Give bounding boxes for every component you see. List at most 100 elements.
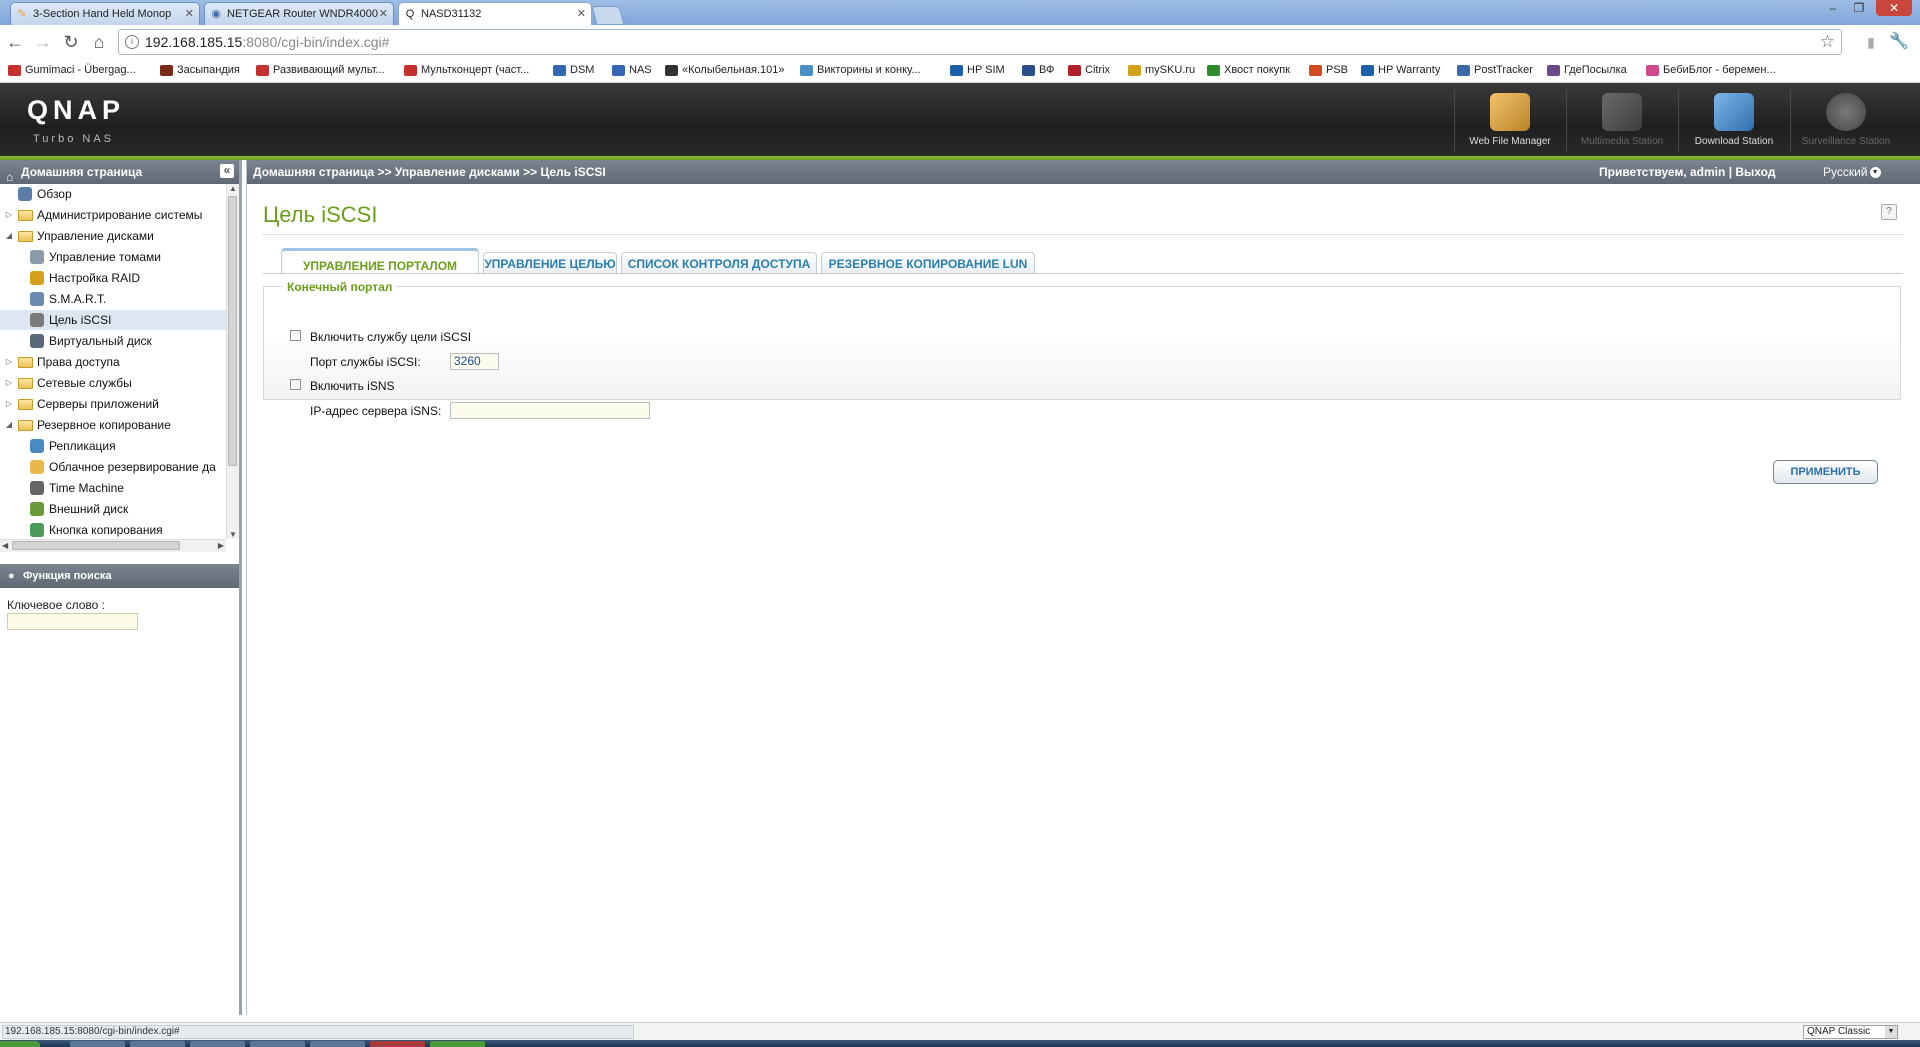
browser-tab-2[interactable]: ◉ NETGEAR Router WNDR4000 ✕ [204, 2, 394, 25]
tree-item[interactable]: ▷ Серверы приложений [0, 394, 226, 414]
scroll-up-icon[interactable]: ▲ [229, 184, 237, 193]
browser-tab-1[interactable]: ✎ 3-Section Hand Held Monop ✕ [10, 2, 200, 25]
tree-item[interactable]: Внешний диск [0, 499, 226, 519]
tab-access-control-list[interactable]: СПИСОК КОНТРОЛЯ ДОСТУПА [621, 252, 817, 274]
reload-icon[interactable]: ↻ [60, 31, 82, 53]
web-file-manager-button[interactable]: Web File Manager [1454, 89, 1565, 151]
bookmark-item[interactable]: «Колыбельная.101» [665, 64, 784, 76]
bookmark-item[interactable]: Citrix [1068, 64, 1110, 76]
bookmark-item[interactable]: Викторины и конку... [800, 64, 921, 76]
tree-item[interactable]: ▷ Права доступа [0, 352, 226, 372]
bookmark-item[interactable]: HP SIM [950, 64, 1005, 76]
browser-tab-3[interactable]: Q NASD31132 ✕ [398, 2, 592, 26]
collapse-arrow-icon[interactable]: ◢ [4, 415, 14, 435]
close-icon[interactable]: ✕ [379, 7, 388, 20]
scroll-thumb[interactable] [228, 196, 237, 466]
scroll-thumb[interactable] [12, 541, 180, 550]
taskbar-item[interactable] [70, 1041, 125, 1047]
apply-button[interactable]: ПРИМЕНИТЬ [1773, 460, 1878, 484]
bookmark-item[interactable]: Gumimaci - Übergag... [8, 64, 136, 76]
bookmark-item[interactable]: DSM [553, 64, 594, 76]
expand-arrow-icon[interactable]: ▷ [4, 205, 14, 225]
isns-ip-input[interactable] [450, 402, 650, 419]
taskbar-item[interactable] [130, 1041, 185, 1047]
page-info-icon[interactable]: i [125, 35, 139, 49]
bookmark-item[interactable]: HP Warranty [1361, 64, 1440, 76]
tree-item[interactable]: ▷ Администрирование системы [0, 205, 226, 225]
expand-arrow-icon[interactable]: ▷ [4, 394, 14, 414]
multimedia-station-button[interactable]: Multimedia Station [1566, 89, 1677, 151]
home-icon[interactable]: ⌂ [88, 31, 110, 53]
forward-arrow-icon[interactable]: → [32, 31, 54, 53]
bookmark-item[interactable]: PSB [1309, 64, 1348, 76]
tree-item[interactable]: Кнопка копирования [0, 520, 226, 539]
language-selector[interactable]: Русский ▼ [1823, 160, 1881, 184]
collapse-icon[interactable]: « [220, 164, 234, 178]
tree-item[interactable]: ▷ Сетевые службы [0, 373, 226, 393]
tree-item-label: Обзор [37, 187, 72, 201]
username[interactable]: admin [1690, 165, 1725, 179]
tree-item[interactable]: ◢ Резервное копирование [0, 415, 226, 435]
download-station-button[interactable]: Download Station [1678, 89, 1789, 151]
tab-portal-management[interactable]: УПРАВЛЕНИЕ ПОРТАЛОМ [281, 248, 479, 274]
bookmark-item[interactable]: ВФ [1022, 64, 1054, 76]
tab-lun-backup[interactable]: РЕЗЕРВНОЕ КОПИРОВАНИЕ LUN [821, 252, 1035, 274]
tree-item[interactable]: Виртуальный диск [0, 331, 226, 351]
window-close-icon[interactable]: ✕ [1876, 0, 1912, 16]
tree-item[interactable]: Time Machine [0, 478, 226, 498]
minimize-icon[interactable]: – [1822, 0, 1844, 16]
taskbar-item[interactable] [430, 1041, 485, 1047]
port-input[interactable]: 3260 [450, 353, 499, 370]
tree-horizontal-scrollbar[interactable]: ◀ ▶ [0, 539, 226, 552]
tree-item-label: Виртуальный диск [49, 334, 152, 348]
surveillance-station-button[interactable]: Surveillance Station [1790, 89, 1901, 151]
logout-link[interactable]: Выход [1735, 165, 1775, 179]
tree-item[interactable]: ◢ Управление дисками [0, 226, 226, 246]
bookmark-item[interactable]: ГдеПосылка [1547, 64, 1627, 76]
tree-item[interactable]: Настройка RAID [0, 268, 226, 288]
tree-item[interactable]: Репликация [0, 436, 226, 456]
bookmark-item[interactable]: PostTracker [1457, 64, 1533, 76]
bookmark-item[interactable]: Засыпандия [160, 64, 240, 76]
scroll-right-icon[interactable]: ▶ [218, 541, 224, 550]
bookmark-item[interactable]: Мультконцерт (част... [404, 64, 529, 76]
bookmark-item[interactable]: Развивающий мульт... [256, 64, 385, 76]
tab-target-management[interactable]: УПРАВЛЕНИЕ ЦЕЛЬЮ [483, 252, 617, 274]
theme-select[interactable]: QNAP Classic ▼ [1803, 1025, 1898, 1039]
taskbar-item[interactable] [190, 1041, 245, 1047]
bookmark-item[interactable]: БебиБлог - беремен... [1646, 64, 1776, 76]
help-icon[interactable]: ? [1881, 204, 1897, 220]
tree-item[interactable]: S.M.A.R.T. [0, 289, 226, 309]
close-icon[interactable]: ✕ [185, 7, 194, 20]
tree-vertical-scrollbar[interactable]: ▲ ▼ [226, 184, 239, 539]
scroll-down-icon[interactable]: ▼ [229, 530, 237, 539]
wrench-icon[interactable]: 🔧 [1888, 31, 1910, 53]
back-arrow-icon[interactable]: ← [4, 31, 26, 53]
tree-item[interactable]: Управление томами [0, 247, 226, 267]
scroll-left-icon[interactable]: ◀ [2, 541, 8, 550]
start-button[interactable] [0, 1041, 40, 1047]
bookmark-item[interactable]: mySKU.ru [1128, 64, 1195, 76]
bookmark-label: ГдеПосылка [1564, 64, 1627, 76]
expand-arrow-icon[interactable]: ▷ [4, 352, 14, 372]
restore-icon[interactable]: ❐ [1848, 0, 1870, 16]
isns-ip-label: IP-адрес сервера iSNS: [310, 404, 442, 418]
new-tab-button[interactable] [591, 6, 625, 25]
address-bar[interactable]: i 192.168.185.15:8080/cgi-bin/index.cgi#… [118, 29, 1842, 55]
close-icon[interactable]: ✕ [577, 7, 586, 20]
taskbar-item[interactable] [250, 1041, 305, 1047]
bookmark-item[interactable]: NAS [612, 64, 652, 76]
tree-item[interactable]: Облачное резервирование да [0, 457, 226, 477]
enable-iscsi-checkbox[interactable] [290, 330, 301, 341]
bookmark-item[interactable]: Хвост покупк [1207, 64, 1290, 76]
enable-isns-checkbox[interactable] [290, 379, 301, 390]
collapse-arrow-icon[interactable]: ◢ [4, 226, 14, 246]
keyword-input[interactable] [7, 613, 138, 630]
tree-item[interactable]: Цель iSCSI [0, 310, 226, 330]
tree-item[interactable]: Обзор [0, 184, 226, 204]
taskbar-item[interactable] [310, 1041, 365, 1047]
taskbar-item[interactable] [370, 1041, 425, 1047]
expand-arrow-icon[interactable]: ▷ [4, 373, 14, 393]
tree-item-label: S.M.A.R.T. [49, 292, 107, 306]
bookmark-star-icon[interactable]: ☆ [1820, 32, 1835, 52]
